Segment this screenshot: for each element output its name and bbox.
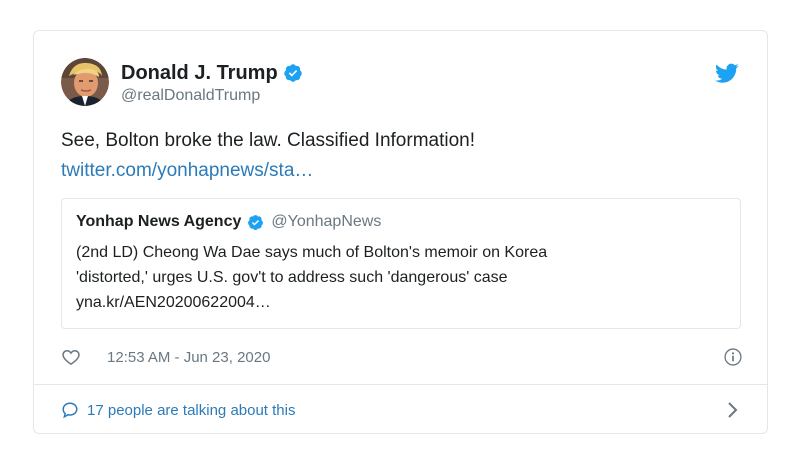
twitter-bird-icon[interactable] <box>715 61 739 85</box>
verified-badge-icon <box>283 64 302 82</box>
avatar[interactable] <box>61 58 109 106</box>
author-name-row[interactable]: Donald J. Trump <box>121 61 303 85</box>
info-icon[interactable] <box>723 347 743 367</box>
tweet-meta-row: 12:53 AM - Jun 23, 2020 <box>61 345 743 369</box>
quoted-tweet[interactable]: Yonhap News Agency @YonhapNews (2nd LD) … <box>61 198 741 329</box>
chevron-right-icon[interactable] <box>727 401 739 419</box>
embedded-tweet-card: Donald J. Trump @realDonaldTrump See, Bo… <box>33 30 768 434</box>
author-handle[interactable]: @realDonaldTrump <box>121 87 260 105</box>
quoted-tweet-header: Yonhap News Agency @YonhapNews <box>76 213 381 231</box>
quoted-tweet-line: (2nd LD) Cheong Wa Dae says much of Bolt… <box>76 244 548 261</box>
conversation-link[interactable]: 17 people are talking about this <box>61 398 743 422</box>
tweet-link[interactable]: twitter.com/yonhapnews/sta… <box>61 158 313 184</box>
tweet-text: See, Bolton broke the law. Classified In… <box>61 130 476 151</box>
heart-icon[interactable] <box>61 347 81 367</box>
quoted-tweet-link: yna.kr/AEN20200622004… <box>76 294 271 311</box>
quoted-tweet-line: 'distorted,' urges U.S. gov't to address… <box>76 269 508 286</box>
divider <box>34 384 767 385</box>
quoted-tweet-author-name: Yonhap News Agency <box>76 213 242 230</box>
author-display-name[interactable]: Donald J. Trump <box>121 62 278 85</box>
quoted-tweet-text: (2nd LD) Cheong Wa Dae says much of Bolt… <box>76 240 547 315</box>
verified-badge-icon <box>248 214 264 230</box>
quoted-tweet-handle: @YonhapNews <box>271 213 382 230</box>
conversation-count-text[interactable]: 17 people are talking about this <box>87 402 295 419</box>
chat-bubble-icon <box>62 402 78 419</box>
profile-photo-icon <box>61 58 109 106</box>
tweet-timestamp[interactable]: 12:53 AM - Jun 23, 2020 <box>107 349 270 366</box>
